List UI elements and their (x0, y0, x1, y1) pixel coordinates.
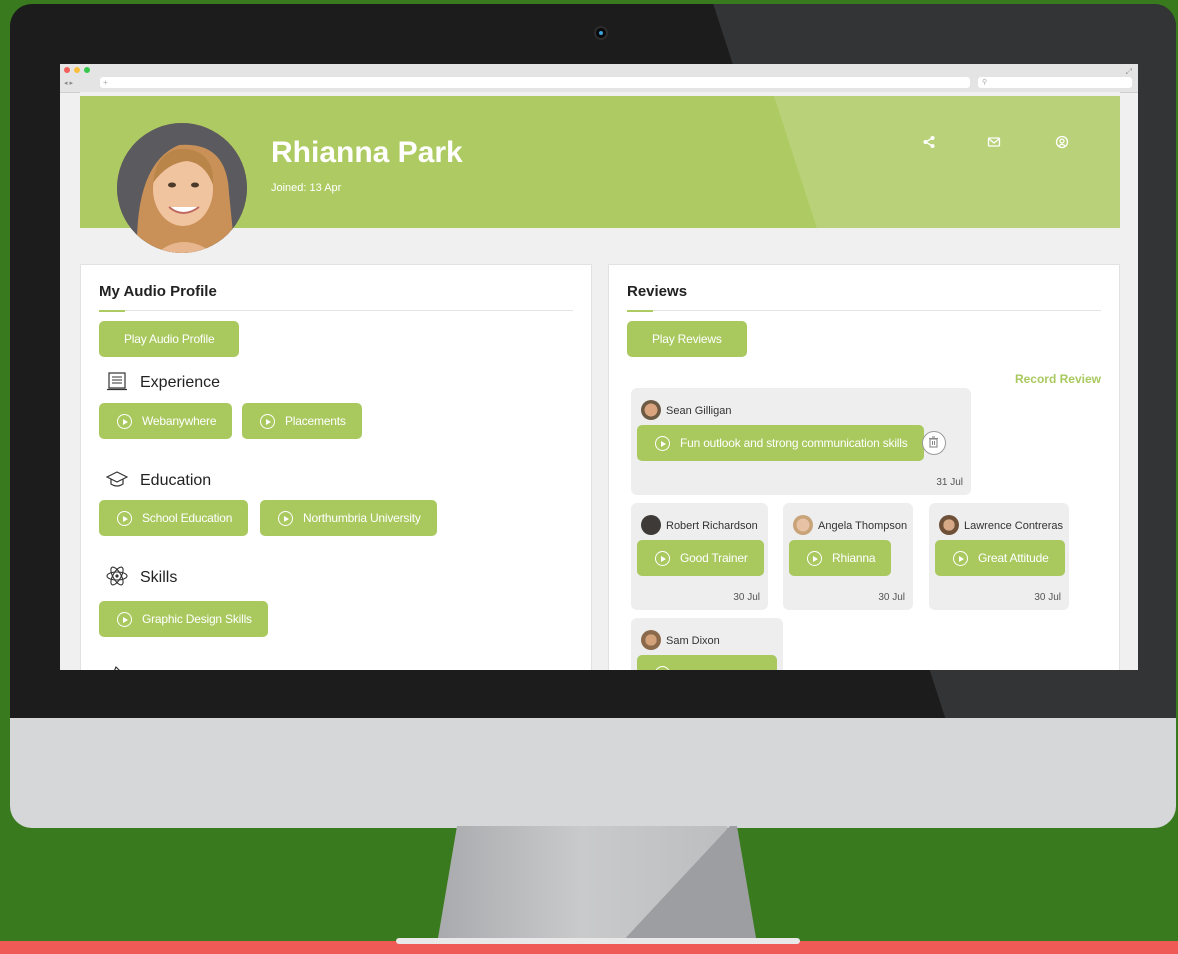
play-icon (953, 551, 968, 566)
play-icon (117, 414, 132, 429)
screen: ◂ ▸ + ⚲ ⤢ Rhianna Park Joined: 13 Apr My… (60, 64, 1138, 670)
section-title: Education (140, 472, 212, 489)
clip-label: Northumbria University (303, 511, 421, 525)
clip-label: Rhianna (832, 551, 876, 565)
joined-date: Joined: 13 Apr (271, 182, 342, 194)
graduation-cap-icon (106, 471, 128, 487)
play-icon (117, 511, 132, 526)
reviewer-name: Sam Dixon (666, 635, 720, 647)
clip-label: Good Trainer (680, 551, 748, 565)
play-icon (655, 551, 670, 566)
address-bar[interactable]: + (100, 77, 970, 88)
reviews-title: Reviews (627, 283, 688, 300)
profile-page: Rhianna Park Joined: 13 Apr My Audio Pro… (80, 92, 1120, 670)
review-card: Angela Thompson Rhianna 30 Jul (783, 503, 913, 610)
review-clip-button[interactable]: Good Trainer (637, 540, 764, 576)
interests-icon (114, 665, 120, 670)
review-date: 30 Jul (733, 592, 760, 603)
audio-profile-title: My Audio Profile (99, 283, 217, 300)
clip-label: Webanywhere (142, 414, 217, 428)
review-clip-button[interactable]: Fun outlook and strong communication ski… (637, 425, 924, 461)
avatar (793, 515, 813, 535)
audio-profile-card: My Audio Profile Play Audio Profile Expe… (80, 264, 592, 670)
reviewer: Sean Gilligan (641, 400, 731, 420)
monitor-chin (10, 718, 1176, 828)
play-audio-profile-button[interactable]: Play Audio Profile (99, 321, 240, 357)
reviewer: Robert Richardson (641, 515, 758, 535)
clip-placements[interactable]: Placements (242, 403, 362, 439)
reviewer-name: Sean Gilligan (666, 405, 732, 417)
play-icon (655, 666, 670, 670)
play-icon (807, 551, 822, 566)
review-clip-button[interactable] (637, 655, 777, 670)
clip-label: Great Attitude (978, 551, 1049, 565)
section-interests (106, 663, 140, 670)
review-clip-button[interactable]: Rhianna (789, 540, 892, 576)
divider (627, 310, 1101, 311)
reviewer-name: Robert Richardson (666, 520, 758, 532)
maximize-window-button[interactable] (84, 67, 90, 73)
search-icon: ⚲ (982, 79, 988, 86)
section-title: Skills (140, 569, 178, 586)
section-experience: Experience (106, 371, 220, 392)
reviewer: Angela Thompson (793, 515, 907, 535)
divider-accent (99, 310, 125, 312)
play-reviews-button[interactable]: Play Reviews (627, 321, 747, 357)
clip-label: School Education (142, 511, 233, 525)
monitor-foot (396, 938, 800, 944)
section-education: Education (106, 469, 211, 490)
play-icon (278, 511, 293, 526)
reviewer: Lawrence Contreras (939, 515, 1063, 535)
browser-chrome: ◂ ▸ + ⚲ ⤢ (60, 64, 1138, 93)
header-reflection (767, 96, 1120, 228)
atom-icon (106, 566, 128, 586)
clip-label: Fun outlook and strong communication ski… (680, 436, 908, 450)
browser-search-field[interactable]: ⚲ (978, 77, 1132, 88)
avatar (641, 630, 661, 650)
clip-webanywhere[interactable]: Webanywhere (99, 403, 233, 439)
review-date: 30 Jul (1034, 592, 1061, 603)
review-clip-button[interactable]: Great Attitude (935, 540, 1065, 576)
avatar (641, 400, 661, 420)
review-date: 30 Jul (878, 592, 905, 603)
play-icon (260, 414, 275, 429)
share-icon[interactable] (922, 135, 936, 149)
reviewer: Sam Dixon (641, 630, 720, 650)
clip-label: Graphic Design Skills (142, 612, 252, 626)
fullscreen-icon[interactable]: ⤢ (1126, 67, 1132, 77)
avatar (641, 515, 661, 535)
clip-school-education[interactable]: School Education (99, 500, 249, 536)
review-card: Robert Richardson Good Trainer 30 Jul (631, 503, 768, 610)
new-tab-icon[interactable]: + (103, 78, 108, 87)
mail-icon[interactable] (987, 135, 1001, 149)
review-card: Sean Gilligan Fun outlook and strong com… (631, 388, 971, 495)
trash-icon (929, 436, 938, 448)
reviewer-name: Angela Thompson (818, 520, 908, 532)
play-icon (655, 436, 670, 451)
clip-graphic-design-skills[interactable]: Graphic Design Skills (99, 601, 268, 637)
camera-icon (594, 26, 608, 40)
user-icon[interactable] (1055, 135, 1069, 149)
avatar (939, 515, 959, 535)
record-review-link[interactable]: Record Review (1015, 372, 1101, 386)
close-window-button[interactable] (64, 67, 70, 73)
divider-accent (627, 310, 653, 312)
clip-label: Placements (285, 414, 346, 428)
minimize-window-button[interactable] (74, 67, 80, 73)
reviews-card: Reviews Play Reviews Record Review Sean … (608, 264, 1120, 670)
review-date: 31 Jul (936, 477, 963, 488)
back-forward-buttons[interactable]: ◂ ▸ (64, 79, 73, 87)
profile-name: Rhianna Park (271, 136, 463, 169)
delete-review-button[interactable] (922, 431, 946, 455)
section-skills: Skills (106, 566, 177, 587)
review-card: Lawrence Contreras Great Attitude 30 Jul (929, 503, 1069, 610)
document-icon (107, 372, 127, 391)
avatar[interactable] (117, 123, 247, 253)
section-title: Experience (140, 374, 221, 391)
reviewer-name: Lawrence Contreras (964, 520, 1064, 532)
clip-northumbria-university[interactable]: Northumbria University (260, 500, 437, 536)
play-icon (117, 612, 132, 627)
review-card: Sam Dixon (631, 618, 783, 670)
divider (99, 310, 573, 311)
